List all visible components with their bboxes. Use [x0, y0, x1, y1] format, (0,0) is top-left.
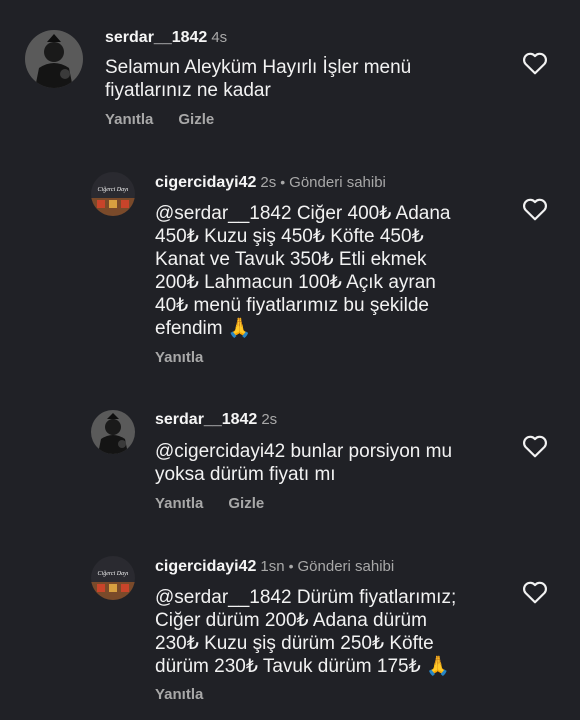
- hide-button[interactable]: Gizle: [228, 495, 264, 512]
- comment-username[interactable]: serdar__1842: [105, 29, 207, 46]
- avatar[interactable]: [91, 410, 135, 454]
- comment-username[interactable]: cigercidayi42: [155, 558, 256, 575]
- avatar[interactable]: [25, 30, 83, 88]
- logo-avatar-image: Ciğerci Dayı: [91, 172, 135, 216]
- heart-icon[interactable]: [522, 197, 548, 221]
- comment-time: 2s: [261, 411, 278, 428]
- reply-button[interactable]: Yanıtla: [155, 686, 203, 703]
- comment-time: 2s: [260, 174, 277, 191]
- comment-time: 1sn: [260, 558, 285, 575]
- comment-body: Selamun Aleyküm Hayırlı İşler menü fiyat…: [105, 57, 412, 101]
- reply-button[interactable]: Yanıtla: [105, 111, 153, 128]
- mention-link[interactable]: @serdar__1842: [155, 587, 292, 608]
- hide-button[interactable]: Gizle: [178, 111, 214, 128]
- heart-icon[interactable]: [522, 434, 548, 458]
- comment-username[interactable]: cigercidayi42: [155, 174, 256, 191]
- comment-text: @serdar__1842 Dürüm fiyatlarımız; Ciğer …: [155, 586, 515, 678]
- logo-text: Ciğerci Dayı: [98, 570, 129, 577]
- user-avatar-image: [91, 410, 135, 454]
- heart-icon[interactable]: [522, 580, 548, 604]
- author-badge: Gönderi sahibi: [289, 174, 386, 191]
- mention-link[interactable]: @cigercidayi42: [155, 441, 285, 462]
- comment-time: 4s: [211, 29, 228, 46]
- author-badge: Gönderi sahibi: [297, 558, 395, 575]
- logo-avatar-image: Ciğerci Dayı: [91, 556, 135, 600]
- separator-dot: •: [280, 174, 286, 190]
- separator-dot: •: [288, 558, 294, 574]
- avatar[interactable]: Ciğerci Dayı: [91, 556, 135, 600]
- reply-button[interactable]: Yanıtla: [155, 349, 203, 366]
- comment-username[interactable]: serdar__1842: [155, 411, 257, 428]
- logo-text: Ciğerci Dayı: [98, 186, 129, 193]
- comment-text: @serdar__1842 Ciğer 400₺ Adana 450₺ Kuzu…: [155, 202, 515, 340]
- mention-link[interactable]: @serdar__1842: [155, 203, 292, 224]
- reply-button[interactable]: Yanıtla: [155, 495, 203, 512]
- comment-text: Selamun Aleyküm Hayırlı İşler menü fiyat…: [105, 56, 525, 102]
- avatar[interactable]: Ciğerci Dayı: [91, 172, 135, 216]
- heart-icon[interactable]: [522, 51, 548, 75]
- comment-text: @cigercidayi42 bunlar porsiyon mu yoksa …: [155, 440, 515, 486]
- user-avatar-image: [25, 30, 83, 88]
